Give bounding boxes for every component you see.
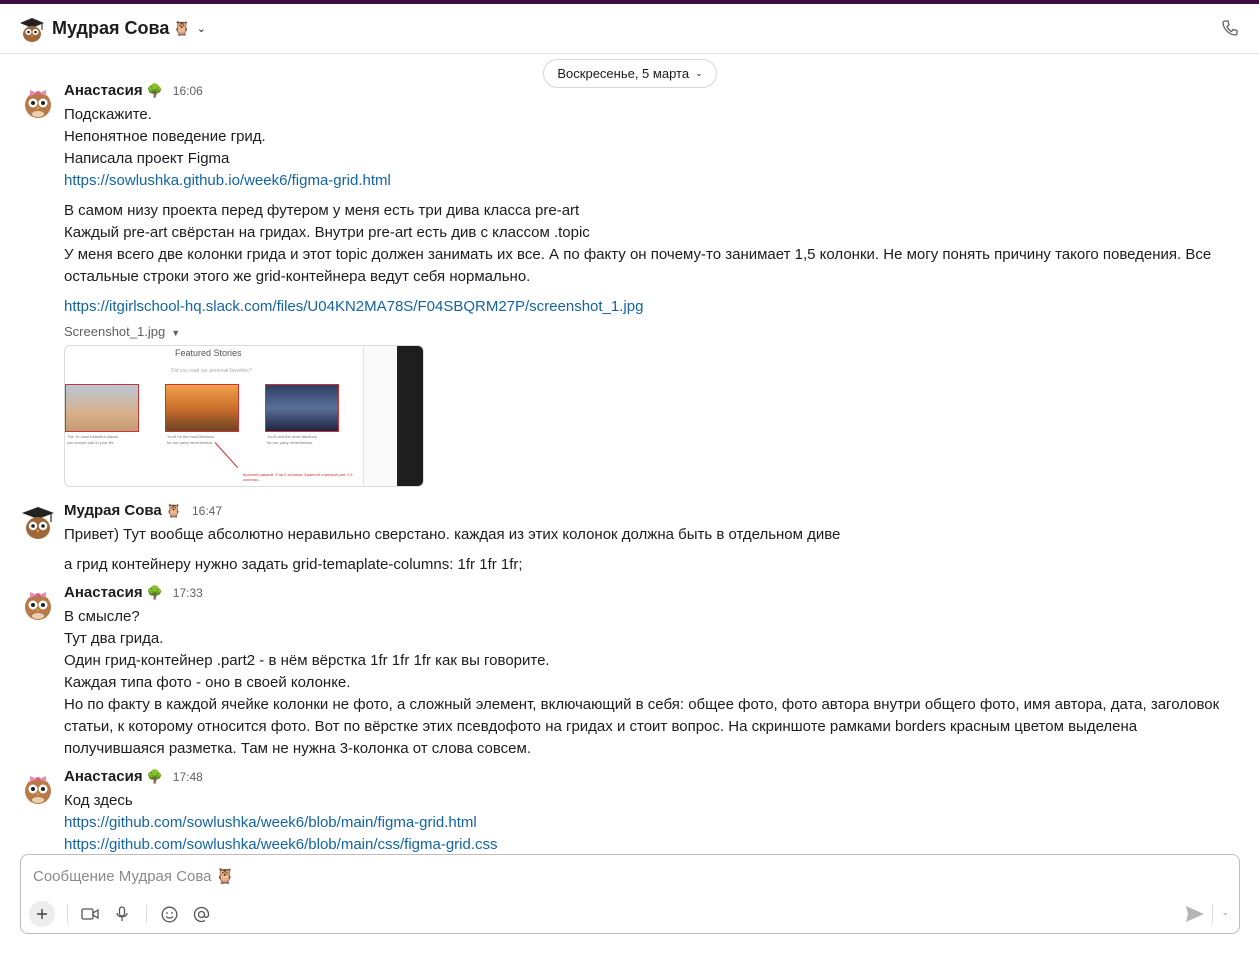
mention-icon[interactable]	[189, 902, 213, 926]
message-text: Каждый pre-art свёрстан на гридах. Внутр…	[64, 224, 590, 241]
message-author[interactable]: Анастасия	[64, 768, 143, 785]
chevron-down-icon[interactable]: ⌄	[1221, 907, 1229, 918]
owl-girl-avatar[interactable]	[20, 84, 56, 120]
message-body: Анастасия 🌳 16:06 Подскажите. Непонятное…	[64, 82, 1239, 487]
tree-emoji: 🌳	[146, 83, 163, 98]
message-text: В самом низу проекта перед футером у мен…	[64, 202, 580, 219]
message-time[interactable]: 17:48	[173, 770, 203, 784]
message-text: Каждая типа фото - оно в своей колонке.	[64, 674, 351, 691]
video-icon[interactable]	[78, 902, 102, 926]
chevron-down-icon: ⌄	[695, 68, 703, 78]
message-link[interactable]: https://github.com/sowlushka/week6/blob/…	[64, 812, 1239, 834]
preview-code-panel	[397, 346, 423, 486]
message-body: Мудрая Сова 🦉 16:47 Привет) Тут вообще а…	[64, 502, 1239, 576]
preview-annotation: Красной рамкой: 3 на 2 колонки. Красной …	[243, 472, 353, 482]
message-author[interactable]: Анастасия	[64, 82, 143, 99]
message-text: У меня всего две колонки грида и этот to…	[64, 246, 1212, 285]
message-text: Один грид-контейнер .part2 - в нём вёрст…	[64, 652, 550, 669]
message-link[interactable]: https://github.com/sowlushka/week6/blob/…	[64, 834, 1239, 856]
owl-avatar-icon	[20, 17, 44, 42]
file-name: Screenshot_1.jpg	[64, 324, 166, 339]
channel-title[interactable]: Мудрая Сова	[52, 18, 169, 39]
message-text: В смысле?	[64, 608, 140, 625]
message-author[interactable]: Мудрая Сова	[64, 502, 162, 519]
send-icon[interactable]	[1185, 905, 1205, 923]
message-time[interactable]: 16:47	[192, 504, 222, 518]
chevron-down-icon[interactable]: ⌄	[197, 22, 206, 35]
caret-down-icon[interactable]: ▼	[171, 328, 180, 338]
channel-header: Мудрая Сова 🦉 ⌄	[0, 4, 1259, 54]
message-text: Привет) Тут вообще абсолютно неравильно …	[64, 526, 841, 543]
message-link[interactable]: https://itgirlschool-hq.slack.com/files/…	[64, 296, 1239, 318]
message-time[interactable]: 16:06	[173, 84, 203, 98]
preview-caption: You'll and the most fabulous for our par…	[267, 434, 317, 445]
message-input[interactable]	[33, 865, 633, 887]
message-link[interactable]: https://sowlushka.github.io/week6/figma-…	[64, 170, 1239, 192]
preview-photo	[165, 384, 239, 432]
image-preview[interactable]: Featured Stories Did you read our person…	[64, 345, 424, 487]
tree-emoji: 🌳	[146, 769, 163, 784]
owl-emoji: 🦉	[173, 20, 191, 36]
file-attachment-label[interactable]: Screenshot_1.jpg ▼	[64, 324, 1239, 339]
message-composer: ⌄	[20, 854, 1240, 934]
preview-title: Featured Stories	[175, 348, 242, 358]
message-text: Но по факту в каждой ячейке колонки не ф…	[64, 696, 1220, 757]
message-text: Тут два грида.	[64, 630, 164, 647]
message-text: Подскажите.	[64, 106, 152, 123]
owl-emoji: 🦉	[165, 503, 182, 518]
owl-girl-avatar[interactable]	[20, 586, 56, 622]
composer-toolbar	[29, 901, 221, 927]
preview-photo	[265, 384, 339, 432]
message-author[interactable]: Анастасия	[64, 584, 143, 601]
message-text: Написала проект Figma	[64, 150, 230, 167]
toolbar-divider	[146, 905, 147, 923]
message-text: Код здесь	[64, 792, 133, 809]
preview-caption: You'll hit the most fabulous for our par…	[167, 434, 215, 445]
preview-photo	[65, 384, 139, 432]
message-time[interactable]: 17:33	[173, 586, 203, 600]
preview-arrow	[214, 442, 239, 469]
message-body: Анастасия 🌳 17:33 В смысле? Тут два грид…	[64, 584, 1239, 760]
message-body: Анастасия 🌳 17:48 Код здесь https://gith…	[64, 768, 1239, 856]
toolbar-divider	[1212, 905, 1213, 923]
preview-subtitle: Did you read our personal favorites?	[171, 368, 252, 374]
emoji-icon[interactable]	[157, 902, 181, 926]
preview-devtools-panel	[363, 346, 397, 486]
date-divider-label: Воскресенье, 5 марта	[557, 66, 690, 81]
preview-caption: The 10 most beautiful places you should …	[67, 434, 119, 445]
phone-icon[interactable]	[1221, 19, 1239, 37]
toolbar-divider	[67, 905, 68, 923]
owl-girl-avatar[interactable]	[20, 770, 56, 806]
owl-avatar-icon[interactable]	[20, 504, 56, 540]
message-text: Непонятное поведение грид.	[64, 128, 266, 145]
plus-icon[interactable]	[29, 901, 55, 927]
microphone-icon[interactable]	[110, 902, 134, 926]
message-text: а грид контейнеру нужно задать grid-tema…	[64, 556, 523, 573]
tree-emoji: 🌳	[146, 585, 163, 600]
